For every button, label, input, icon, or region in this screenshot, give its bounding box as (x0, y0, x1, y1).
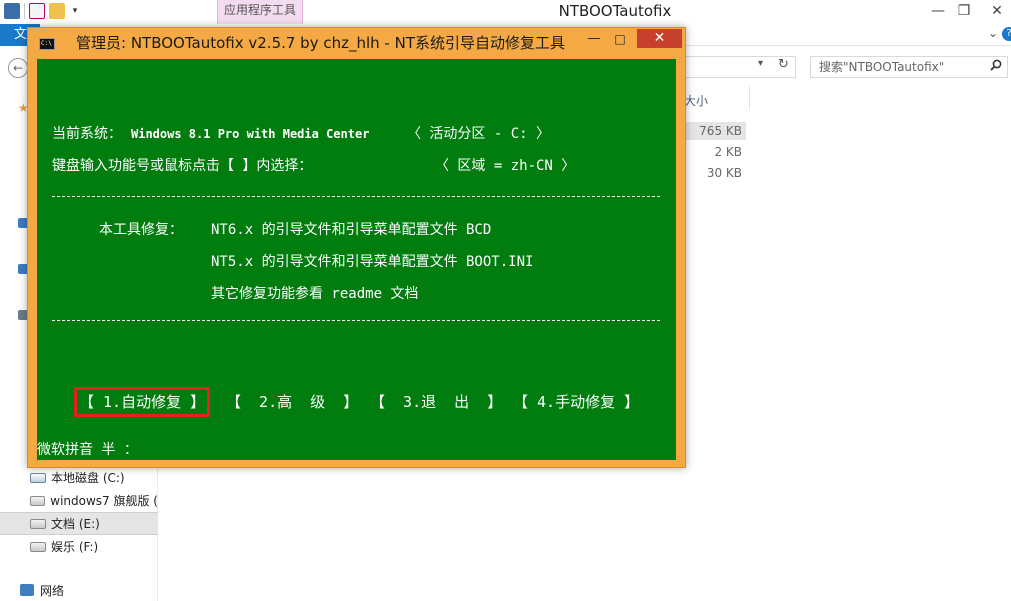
repair-nt5-text: NT5.x 的引导文件和引导菜单配置文件 BOOT.INI (211, 254, 534, 270)
sidebar-item-drive-f[interactable]: 娱乐 (F:) (0, 535, 158, 558)
ime-status-text: 微软拼音 半 ： (37, 442, 138, 458)
drive-icon (30, 495, 46, 506)
column-header-size[interactable]: 大小 (684, 92, 708, 109)
console-icon[interactable]: C:\ (39, 38, 55, 50)
sidebar-item-label: 娱乐 (F:) (51, 540, 99, 554)
region-text: 〈 区域 = zh-CN 〉 (435, 158, 576, 174)
console-window-title: 管理员: NTBOOTautofix v2.5.7 by chz_hlh - N… (76, 34, 565, 52)
maximize-button[interactable]: □ (610, 30, 630, 48)
sidebar-item-drive-d[interactable]: windows7 旗舰版 ( (0, 489, 158, 512)
console-output[interactable]: 当前系统： Windows 8.1 Pro with Media Center … (37, 59, 676, 460)
properties-icon[interactable] (29, 3, 45, 19)
sidebar-item-drive-c[interactable]: 本地磁盘 (C:) (0, 466, 158, 489)
drive-icon (30, 541, 46, 552)
minimize-button[interactable]: — (924, 0, 952, 22)
navigation-pane: 本地磁盘 (C:) windows7 旗舰版 ( 文档 (E:) 娱乐 (F:) (0, 466, 158, 558)
separator-line (52, 320, 660, 321)
minimize-button[interactable]: — (584, 30, 604, 48)
back-arrow-icon[interactable]: ← (8, 58, 28, 78)
help-icon[interactable]: ? (1002, 27, 1011, 41)
desktop-screen: ▾ 应用程序工具 NTBOOTautofix — ❐ ✕ 文 ⌄ ? ← ▾ ↻… (0, 0, 1011, 601)
network-icon (20, 584, 34, 596)
close-button[interactable]: ✕ (983, 0, 1011, 22)
chevron-down-icon[interactable]: ▾ (758, 58, 763, 69)
app-icon[interactable] (4, 3, 20, 19)
menu-advanced-button[interactable]: 【 2.高 级 】 (226, 392, 358, 412)
current-system-label: 当前系统： (52, 126, 122, 142)
repair-label: 本工具修复： (99, 222, 183, 238)
sidebar-item-label: 文档 (E:) (51, 517, 100, 531)
maximize-button[interactable]: ❐ (950, 0, 978, 22)
explorer-titlebar: ▾ 应用程序工具 NTBOOTautofix — ❐ ✕ (0, 0, 1011, 24)
sidebar-item-label: 网络 (40, 583, 65, 598)
drive-icon (30, 518, 46, 529)
sidebar-item-label: 本地磁盘 (C:) (51, 471, 125, 485)
new-folder-icon[interactable] (49, 3, 65, 19)
menu-manual-repair-button[interactable]: 【 4.手动修复 】 (513, 392, 639, 412)
quick-access-toolbar: ▾ (4, 3, 81, 19)
repair-nt6-text: NT6.x 的引导文件和引导菜单配置文件 BCD (211, 222, 492, 238)
search-input[interactable]: 搜索"NTBOOTautofix" (810, 56, 1008, 78)
input-prompt-text: 键盘输入功能号或鼠标点击【 】内选择： (52, 158, 313, 174)
file-size-cell[interactable]: 2 KB (686, 143, 746, 161)
ribbon-expand-icon[interactable]: ⌄ (988, 26, 998, 40)
file-size-cell[interactable]: 30 KB (686, 164, 746, 182)
console-window: C:\ 管理员: NTBOOTautofix v2.5.7 by chz_hlh… (27, 27, 686, 468)
refresh-icon[interactable]: ↻ (778, 57, 789, 72)
menu-exit-button[interactable]: 【 3.退 出 】 (370, 392, 502, 412)
separator-line (52, 196, 660, 197)
windows-drive-icon (30, 472, 46, 483)
tab-application-tools[interactable]: 应用程序工具 (217, 0, 303, 24)
close-button[interactable]: ✕ (637, 29, 682, 48)
menu-auto-repair-button[interactable]: 【 1.自动修复 】 (73, 387, 211, 417)
sidebar-item-label: windows7 旗舰版 ( (50, 494, 158, 508)
toolbar-divider (24, 3, 25, 19)
search-icon[interactable] (990, 59, 1002, 71)
chevron-down-icon[interactable]: ▾ (69, 6, 81, 16)
sidebar-item-drive-e[interactable]: 文档 (E:) (0, 512, 158, 535)
repair-other-text: 其它修复功能参看 readme 文档 (211, 286, 419, 302)
sidebar-item-network[interactable]: 网络 (0, 578, 64, 601)
file-size-cell[interactable]: 765 KB (686, 122, 746, 140)
active-partition-text: 〈 活动分区 - C: 〉 (407, 126, 551, 142)
explorer-window-title: NTBOOTautofix (558, 2, 672, 20)
column-divider (749, 86, 750, 110)
current-system-value: Windows 8.1 Pro with Media Center (131, 127, 370, 141)
